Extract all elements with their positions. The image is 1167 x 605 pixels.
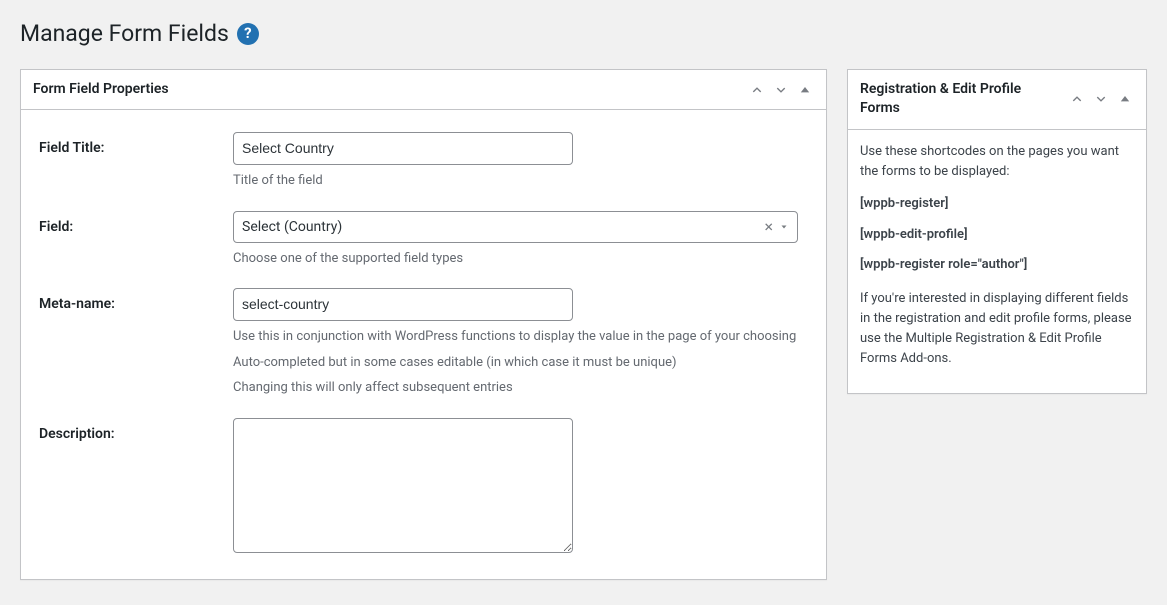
meta-name-help-3: Changing this will only affect subsequen…: [233, 378, 814, 398]
chevron-down-icon: [1094, 92, 1108, 106]
field-type-selected-value: Select (Country): [242, 219, 342, 235]
move-up-button[interactable]: [746, 79, 768, 101]
page-title-text: Manage Form Fields: [20, 19, 229, 49]
main-box-header: Form Field Properties: [21, 70, 826, 111]
help-icon[interactable]: ?: [237, 23, 259, 45]
main-box-title: Form Field Properties: [21, 70, 181, 110]
chevron-down-icon: [774, 83, 788, 97]
side-move-up-button[interactable]: [1066, 88, 1088, 110]
field-type-help: Choose one of the supported field types: [233, 249, 814, 269]
field-title-label: Field Title:: [33, 132, 233, 156]
meta-name-help-2: Auto-completed but in some cases editabl…: [233, 353, 814, 373]
shortcode-register: [wppb-register]: [860, 194, 1134, 214]
caret-down-icon: [779, 222, 789, 232]
side-intro-text: Use these shortcodes on the pages you wa…: [860, 142, 1134, 182]
triangle-up-icon: [1119, 93, 1131, 105]
field-type-select[interactable]: Select (Country) ×: [233, 211, 798, 243]
select-clear-icon[interactable]: ×: [764, 217, 773, 236]
meta-name-label: Meta-name:: [33, 288, 233, 312]
page-title: Manage Form Fields ?: [20, 10, 1147, 69]
triangle-up-icon: [799, 84, 811, 96]
meta-name-input[interactable]: [233, 288, 573, 321]
side-toggle-panel-button[interactable]: [1114, 88, 1136, 110]
meta-name-help-1: Use this in conjunction with WordPress f…: [233, 327, 814, 347]
move-down-button[interactable]: [770, 79, 792, 101]
side-box-header: Registration & Edit Profile Forms: [848, 70, 1146, 130]
side-move-down-button[interactable]: [1090, 88, 1112, 110]
description-label: Description:: [33, 418, 233, 442]
description-textarea[interactable]: [233, 418, 573, 553]
chevron-up-icon: [1070, 92, 1084, 106]
side-note-text: If you're interested in displaying diffe…: [860, 289, 1134, 370]
registration-forms-box: Registration & Edit Profile Forms: [847, 69, 1147, 394]
field-title-help: Title of the field: [233, 171, 814, 191]
shortcode-edit-profile: [wppb-edit-profile]: [860, 225, 1134, 245]
chevron-up-icon: [750, 83, 764, 97]
shortcode-register-role: [wppb-register role="author"]: [860, 255, 1134, 275]
toggle-panel-button[interactable]: [794, 79, 816, 101]
field-title-input[interactable]: [233, 132, 573, 165]
field-type-label: Field:: [33, 211, 233, 235]
side-box-title: Registration & Edit Profile Forms: [848, 70, 1066, 129]
form-field-properties-box: Form Field Properties: [20, 69, 827, 580]
